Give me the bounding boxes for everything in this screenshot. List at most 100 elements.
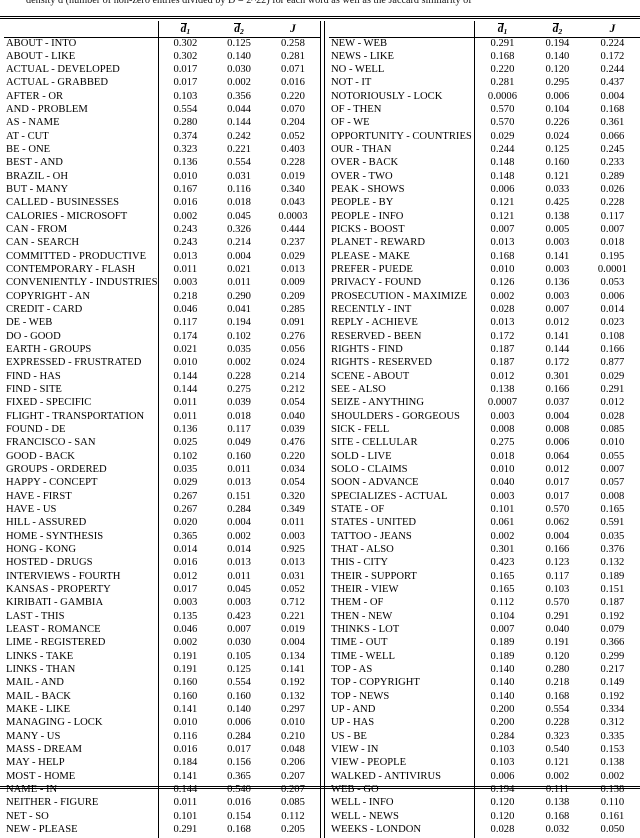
cell-jaccard: 0.212 [266, 385, 320, 398]
header-word-pair-right [329, 21, 474, 38]
table-row: PEOPLE - INFO0.1210.1380.117 [329, 212, 640, 225]
cell-jaccard: 0.153 [585, 745, 640, 758]
cell-d1: 0.374 [158, 132, 212, 145]
table-row: THINKS - LOT0.0070.0400.079 [329, 625, 640, 638]
cell-d2: 0.554 [212, 678, 266, 691]
cell-jaccard: 0.228 [266, 158, 320, 171]
cell-d2: 0.120 [530, 65, 585, 78]
cell-jaccard: 0.591 [585, 518, 640, 531]
cell-word-pair: FRANCISCO - SAN [4, 438, 158, 451]
table-row: FIND - SITE0.1440.2750.212 [4, 385, 320, 398]
cell-jaccard: 0.071 [266, 65, 320, 78]
table-row: MANAGING - LOCK0.0100.0060.010 [4, 718, 320, 731]
cell-word-pair: HOSTED - DRUGS [4, 558, 158, 571]
header-row-right: d1 d2 J [329, 21, 640, 38]
cell-d1: 0.010 [158, 358, 212, 371]
cell-d1: 0.008 [474, 425, 530, 438]
cell-jaccard: 0.366 [585, 638, 640, 651]
cell-jaccard: 0.285 [266, 305, 320, 318]
cell-d1: 0.0007 [474, 398, 530, 411]
cell-word-pair: THEIR - SUPPORT [329, 572, 474, 585]
cell-d2: 0.011 [212, 572, 266, 585]
cell-d2: 0.033 [530, 185, 585, 198]
cell-jaccard: 0.029 [585, 372, 640, 385]
cell-word-pair: KANSAS - PROPERTY [4, 585, 158, 598]
cell-d2: 0.102 [212, 332, 266, 345]
cell-d2: 0.030 [212, 65, 266, 78]
table-row: CAN - SEARCH0.2430.2140.237 [4, 238, 320, 251]
cell-d2: 0.105 [212, 652, 266, 665]
cell-d1: 0.020 [158, 518, 212, 531]
cell-d1: 0.103 [474, 758, 530, 771]
cell-d2: 0.291 [530, 612, 585, 625]
table-row: LINKS - THAN0.1910.1250.141 [4, 665, 320, 678]
cell-word-pair: BE - ONE [4, 145, 158, 158]
cell-d2: 0.002 [530, 772, 585, 785]
cell-word-pair: TOP - AS [329, 665, 474, 678]
cell-jaccard: 0.048 [266, 745, 320, 758]
cell-jaccard: 0.043 [266, 198, 320, 211]
table-row: NEW - WEB0.2910.1940.224 [329, 38, 640, 52]
cell-d1: 0.010 [474, 465, 530, 478]
cell-word-pair: SOLD - LIVE [329, 452, 474, 465]
cell-d1: 0.365 [158, 532, 212, 545]
cell-word-pair: US - BE [329, 732, 474, 745]
cell-d2: 0.326 [212, 225, 266, 238]
table-row: DO - GOOD0.1740.1020.276 [4, 332, 320, 345]
cell-d2: 0.140 [530, 52, 585, 65]
cell-jaccard: 0.002 [585, 772, 640, 785]
cell-d1: 0.121 [474, 212, 530, 225]
cell-jaccard: 0.054 [266, 398, 320, 411]
cell-d1: 0.291 [474, 38, 530, 52]
cell-d2: 0.160 [212, 692, 266, 705]
cell-d1: 0.220 [474, 65, 530, 78]
cell-jaccard: 0.192 [266, 678, 320, 691]
cell-jaccard: 0.035 [585, 532, 640, 545]
cell-jaccard: 0.018 [585, 238, 640, 251]
cell-d2: 0.004 [530, 532, 585, 545]
cell-d1: 0.302 [158, 52, 212, 65]
cell-word-pair: HAVE - US [4, 505, 158, 518]
cell-d1: 0.002 [474, 532, 530, 545]
cell-d2: 0.295 [530, 78, 585, 91]
cell-word-pair: THAT - ALSO [329, 545, 474, 558]
cell-word-pair: ABOUT - LIKE [4, 52, 158, 65]
cell-word-pair: REPLY - ACHIEVE [329, 318, 474, 331]
cell-word-pair: CALLED - BUSINESSES [4, 198, 158, 211]
cell-word-pair: BUT - MANY [4, 185, 158, 198]
table-row: UP - AND0.2000.5540.334 [329, 705, 640, 718]
cell-d2: 0.117 [212, 425, 266, 438]
cell-jaccard: 0.335 [585, 732, 640, 745]
cell-d2: 0.007 [530, 305, 585, 318]
cell-word-pair: PLEASE - MAKE [329, 252, 474, 265]
cell-d1: 0.017 [158, 65, 212, 78]
cell-jaccard: 0.207 [266, 772, 320, 785]
cell-jaccard: 0.403 [266, 145, 320, 158]
cell-word-pair: VIEW - PEOPLE [329, 758, 474, 771]
table-row: LAST - THIS0.1350.4230.221 [4, 612, 320, 625]
cell-d2: 0.301 [530, 372, 585, 385]
cell-d1: 0.013 [158, 252, 212, 265]
cell-d1: 0.002 [474, 292, 530, 305]
cell-d1: 0.035 [158, 465, 212, 478]
table-row: SEIZE - ANYTHING0.00070.0370.012 [329, 398, 640, 411]
table-row: THEIR - VIEW0.1650.1030.151 [329, 585, 640, 598]
cell-d2: 0.104 [530, 105, 585, 118]
cell-d1: 0.148 [474, 158, 530, 171]
cell-jaccard: 0.320 [266, 492, 320, 505]
table-row: BEST - AND0.1360.5540.228 [4, 158, 320, 171]
cell-d2: 0.191 [530, 638, 585, 651]
cell-d2: 0.156 [212, 758, 266, 771]
cell-jaccard: 0.066 [585, 132, 640, 145]
cell-jaccard: 0.258 [266, 38, 320, 52]
cell-d1: 0.144 [158, 372, 212, 385]
cell-d2: 0.032 [530, 825, 585, 838]
cell-d2: 0.125 [212, 665, 266, 678]
cell-jaccard: 0.299 [585, 652, 640, 665]
cell-d2: 0.141 [530, 332, 585, 345]
table-row: SOON - ADVANCE0.0400.0170.057 [329, 478, 640, 491]
cell-word-pair: PLANET - REWARD [329, 238, 474, 251]
cell-jaccard: 0.054 [266, 478, 320, 491]
table-row: LEAST - ROMANCE0.0460.0070.019 [4, 625, 320, 638]
table-row: SCENE - ABOUT0.0120.3010.029 [329, 372, 640, 385]
